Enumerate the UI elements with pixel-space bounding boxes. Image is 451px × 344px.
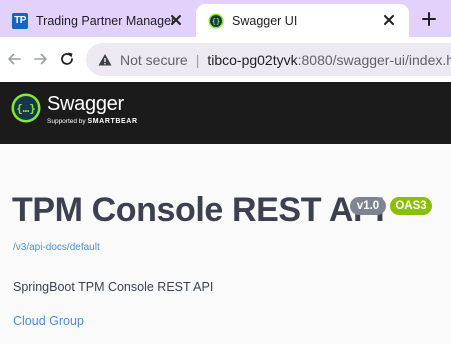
arrow-right-icon bbox=[34, 53, 47, 65]
back-button[interactable] bbox=[4, 49, 24, 69]
tab-swagger-ui[interactable]: {} Swagger UI bbox=[196, 4, 409, 37]
supported-brand: SMARTBEAR bbox=[87, 118, 138, 125]
svg-text:{}: {} bbox=[212, 17, 220, 25]
version-badge: v1.0 bbox=[350, 197, 386, 215]
api-title: TPM Console REST API bbox=[12, 191, 385, 229]
api-description: SpringBoot TPM Console REST API bbox=[13, 280, 214, 294]
swagger-topbar: {…} Swagger Supported by SMARTBEAR bbox=[0, 82, 451, 144]
close-icon[interactable] bbox=[381, 12, 397, 28]
spec-url-link[interactable]: /v3/api-docs/default bbox=[13, 242, 100, 253]
swagger-brand[interactable]: Swagger bbox=[47, 93, 124, 116]
close-icon[interactable] bbox=[168, 12, 184, 28]
warning-icon[interactable] bbox=[98, 53, 112, 67]
address-bar[interactable]: Not secure | tibco-pg02tyvk :8080/swagge… bbox=[86, 43, 451, 76]
new-tab-button[interactable] bbox=[418, 8, 440, 30]
url-path: :8080/swagger-ui/index.html bbox=[297, 51, 451, 68]
tab-title: Trading Partner Manager bbox=[36, 13, 176, 28]
tab-trading-partner-manager[interactable]: TP Trading Partner Manager bbox=[0, 4, 196, 37]
reload-button[interactable] bbox=[57, 49, 77, 69]
plus-icon bbox=[422, 12, 436, 26]
swagger-favicon-icon: {} bbox=[208, 13, 224, 28]
url-host: tibco-pg02tyvk bbox=[207, 51, 298, 68]
forward-button[interactable] bbox=[31, 49, 51, 69]
security-label: Not secure bbox=[120, 51, 188, 68]
oas-badge: OAS3 bbox=[390, 197, 432, 215]
supported-prefix: Supported by bbox=[47, 118, 86, 125]
arrow-left-icon bbox=[8, 53, 21, 65]
svg-text:{…}: {…} bbox=[16, 102, 36, 115]
url-separator: | bbox=[195, 51, 200, 68]
tab-title: Swagger UI bbox=[232, 13, 298, 28]
reload-icon bbox=[61, 52, 73, 65]
browser-tab-strip: TP Trading Partner Manager {} Swagger UI bbox=[0, 0, 451, 37]
cloud-group-link[interactable]: Cloud Group bbox=[13, 314, 84, 328]
browser-toolbar: Not secure | tibco-pg02tyvk :8080/swagge… bbox=[0, 37, 451, 82]
swagger-supported-by: Supported by SMARTBEAR bbox=[47, 118, 138, 125]
tpm-favicon-icon: TP bbox=[12, 12, 28, 29]
swagger-logo-icon[interactable]: {…} bbox=[11, 93, 41, 123]
